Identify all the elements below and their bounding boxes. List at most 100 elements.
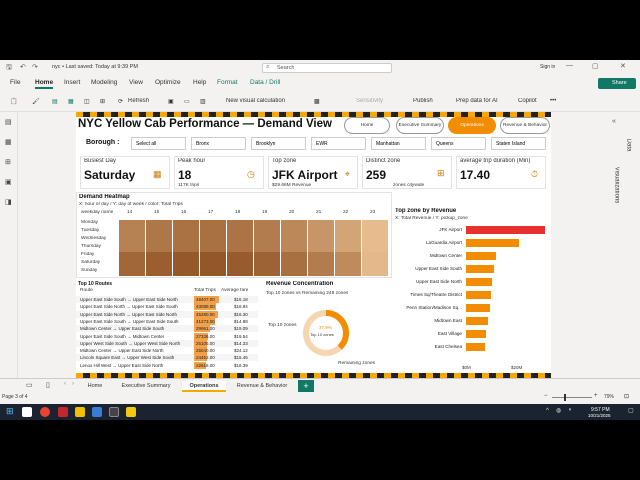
table-row[interactable]: Upper East Side South → Midtown Center 27… [76, 332, 258, 340]
kpi-busiest-day[interactable]: Busiest Day Saturday ▦ [80, 156, 170, 189]
heatmap-cell[interactable] [254, 244, 280, 252]
top-zone-bar[interactable] [466, 265, 495, 273]
heatmap-cell[interactable] [200, 228, 226, 236]
heatmap-cell[interactable] [173, 252, 199, 260]
table-view-icon[interactable]: ▦ [5, 138, 12, 146]
notification-icon[interactable]: ▢ [628, 407, 634, 414]
copilot-button[interactable]: Copilot [518, 98, 537, 104]
page-tab-revenue-behavior[interactable]: Revenue & Behavior [230, 381, 294, 392]
table-row[interactable]: Midtown Center → Upper East Side North 25… [76, 347, 258, 355]
heatmap-cell[interactable] [281, 268, 307, 276]
dax-view-icon[interactable]: ▣ [5, 178, 12, 186]
zoom-slider[interactable] [552, 397, 592, 398]
heatmap-cell[interactable] [173, 260, 199, 268]
refresh-button[interactable]: Refresh [128, 98, 149, 104]
heatmap-cell[interactable] [281, 220, 307, 228]
app-icon[interactable] [58, 407, 68, 417]
heatmap-cell[interactable] [308, 228, 334, 236]
heatmap-cell[interactable] [308, 268, 334, 276]
heatmap-cell[interactable] [119, 228, 145, 236]
kpi-peak-hour[interactable]: Peak hour 18 117K trips ◷ [174, 156, 264, 189]
heatmap-cell[interactable] [146, 244, 172, 252]
top-routes-table[interactable]: Top 10 Routes Route Total Trips Average … [76, 281, 258, 372]
heatmap-cell[interactable] [254, 268, 280, 276]
heatmap-cell[interactable] [200, 268, 226, 276]
maximize-icon[interactable]: ▢ [592, 62, 599, 70]
tab-modeling[interactable]: Modeling [91, 79, 117, 86]
app-icon-2[interactable] [109, 407, 119, 417]
heatmap-cell[interactable] [362, 220, 388, 228]
format-painter-icon[interactable]: 🖌 [32, 98, 40, 105]
heatmap-cell[interactable] [308, 236, 334, 244]
heatmap-cell[interactable] [227, 220, 253, 228]
heatmap-cell[interactable] [146, 252, 172, 260]
borough-option-staten-island[interactable]: Staten Island [491, 137, 546, 150]
heatmap-cell[interactable] [200, 252, 226, 260]
heatmap-cell[interactable] [362, 268, 388, 276]
more-options-icon[interactable]: ••• [550, 98, 556, 104]
heatmap-cell[interactable] [119, 268, 145, 276]
get-data-icon[interactable]: ▤ [52, 98, 58, 105]
volume-icon[interactable]: ◖ [568, 407, 572, 413]
heatmap-cell[interactable] [308, 244, 334, 252]
heatmap-cell[interactable] [335, 228, 361, 236]
kpi-distinct-zone[interactable]: Distinct zone 259 zones citywide ⊞ [362, 156, 452, 189]
heatmap-cell[interactable] [146, 260, 172, 268]
heatmap-cell[interactable] [227, 252, 253, 260]
nav-button-revenue-behavior[interactable]: Revenue & Behavior [500, 117, 550, 134]
nav-button-home[interactable]: Home [344, 117, 390, 134]
nav-button-operations[interactable]: Operations [448, 117, 496, 134]
heatmap-cell[interactable] [362, 236, 388, 244]
chrome-icon[interactable] [40, 407, 50, 417]
demand-heatmap[interactable]: Demand Heatmap X: hour of day / Y: day o… [76, 192, 392, 278]
refresh-icon[interactable]: ⟳ [118, 98, 123, 105]
visualizations-pane-tab[interactable]: Visualizations [613, 167, 619, 204]
heatmap-cell[interactable] [362, 252, 388, 260]
tab-data-drill[interactable]: Data / Drill [250, 79, 280, 86]
heatmap-cell[interactable] [146, 220, 172, 228]
tab-view[interactable]: View [129, 79, 143, 86]
heatmap-cell[interactable] [254, 252, 280, 260]
sign-in-link[interactable]: Sign in [540, 64, 555, 70]
top-zone-bar[interactable] [466, 291, 492, 299]
fit-page-icon[interactable]: ⊡ [624, 393, 629, 400]
heatmap-cell[interactable] [200, 236, 226, 244]
report-view-icon[interactable]: ▤ [5, 118, 12, 126]
heatmap-cell[interactable] [254, 220, 280, 228]
mobile-layout-icon[interactable]: ▯ [46, 381, 50, 389]
kpi-avg-trip-duration[interactable]: average trip duration (Min) 17.40 ⏱ [456, 156, 546, 189]
heatmap-cell[interactable] [308, 252, 334, 260]
measure-icon[interactable]: ▩ [314, 98, 320, 105]
visual-icon[interactable]: ▣ [168, 98, 174, 105]
borough-option-manhattan[interactable]: Manhattan [371, 137, 426, 150]
heatmap-cell[interactable] [362, 228, 388, 236]
prep-data-button[interactable]: Prep data for AI [456, 98, 498, 104]
heatmap-cell[interactable] [119, 260, 145, 268]
heatmap-cell[interactable] [362, 260, 388, 268]
top-zone-bar[interactable] [466, 226, 546, 234]
revenue-concentration[interactable]: Revenue Concentration Top 10 zones vs Re… [264, 281, 392, 372]
borough-option-brooklyn[interactable]: Brooklyn [251, 137, 306, 150]
kpi-top-zone[interactable]: Top zone JFK Airport $29.66M Revenue ⌖ [268, 156, 358, 189]
heatmap-cell[interactable] [335, 220, 361, 228]
browser-icon[interactable] [92, 407, 102, 417]
search-taskbar-icon[interactable] [22, 407, 32, 417]
table-row[interactable]: Upper East Side North → Upper East Side … [76, 303, 258, 311]
tab-home[interactable]: Home [35, 79, 54, 89]
close-icon[interactable]: ✕ [620, 62, 626, 70]
heatmap-cell[interactable] [281, 252, 307, 260]
heatmap-cell[interactable] [335, 268, 361, 276]
page-tab-executive-summary[interactable]: Executive Summary [114, 381, 178, 392]
next-page-icon[interactable]: › [72, 381, 74, 387]
textbox-icon[interactable]: ▭ [184, 98, 190, 105]
excel-icon[interactable]: ▦ [68, 98, 74, 105]
power-bi-icon[interactable] [126, 407, 136, 417]
heatmap-cell[interactable] [281, 244, 307, 252]
heatmap-cell[interactable] [281, 228, 307, 236]
top-zone-bar[interactable] [466, 330, 487, 338]
data-pane-tab[interactable]: Data [625, 139, 631, 152]
page-tab-home[interactable]: Home [80, 381, 110, 392]
heatmap-cell[interactable] [119, 244, 145, 252]
top-zone-bar[interactable] [466, 343, 486, 351]
heatmap-cell[interactable] [335, 252, 361, 260]
